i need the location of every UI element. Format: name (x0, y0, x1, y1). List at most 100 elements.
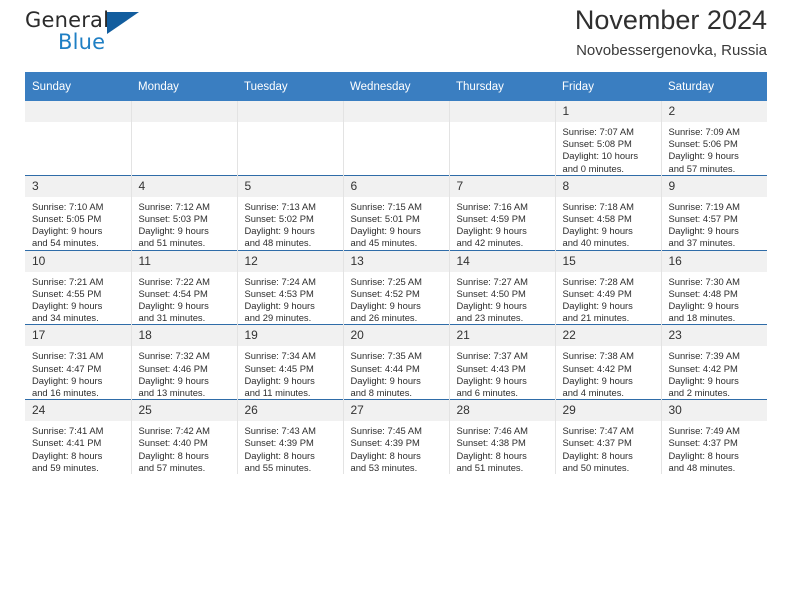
day-info-line: Daylight: 9 hours (32, 300, 103, 312)
calendar-day-cell[interactable]: 24 Sunrise: 7:41 AM Sunset: 4:41 PM Dayligh… (25, 399, 132, 475)
day-info-line: Sunrise: 7:34 AM (244, 350, 316, 362)
day-info-line: Sunset: 4:43 PM (456, 362, 526, 374)
day-number: 27 (343, 400, 449, 422)
calendar-day-cell[interactable]: 21 Sunrise: 7:37 AM Sunset: 4:43 PM Dayligh… (449, 324, 556, 400)
day-info-line: Daylight: 9 hours (562, 300, 633, 312)
day-info-line: Sunrise: 7:27 AM (456, 275, 528, 287)
day-sun-info (344, 122, 449, 126)
day-info-line: and 51 minutes. (456, 461, 524, 473)
title-block: November 2024 Novobessergenovka, Russia (575, 4, 767, 59)
day-info-line: and 48 minutes. (668, 461, 736, 473)
day-info-line: Sunset: 4:54 PM (138, 287, 208, 299)
day-number: 29 (555, 400, 661, 422)
day-sun-info: Sunrise: 7:41 AM Sunset: 4:41 PM Daylight:… (25, 421, 131, 474)
calendar-day-cell[interactable]: 17 Sunrise: 7:31 AM Sunset: 4:47 PM Dayligh… (25, 324, 132, 400)
weekday-header-saturday: Saturday (661, 72, 767, 101)
calendar-day-cell[interactable]: 19 Sunrise: 7:34 AM Sunset: 4:45 PM Dayligh… (237, 324, 344, 400)
day-info-line: Sunrise: 7:46 AM (456, 425, 528, 437)
day-info-line: Sunrise: 7:47 AM (562, 425, 634, 437)
day-sun-info: Sunrise: 7:18 AM Sunset: 4:58 PM Daylight:… (556, 197, 661, 250)
calendar-day-cell[interactable]: 25 Sunrise: 7:42 AM Sunset: 4:40 PM Dayligh… (131, 399, 238, 475)
day-info-line: Sunset: 4:44 PM (350, 362, 420, 374)
day-sun-info (450, 122, 555, 126)
day-info-line: and 18 minutes. (668, 312, 736, 324)
day-info-line: Daylight: 9 hours (350, 300, 421, 312)
day-number: 6 (343, 175, 449, 197)
calendar-day-cell[interactable]: 18 Sunrise: 7:32 AM Sunset: 4:46 PM Dayligh… (131, 324, 238, 400)
day-info-line: Sunrise: 7:19 AM (668, 200, 740, 212)
day-info-line: and 59 minutes. (32, 461, 99, 473)
weekday-header-thursday: Thursday (449, 72, 555, 101)
day-info-line: Sunset: 4:37 PM (562, 437, 632, 449)
calendar-day-cell[interactable]: 27 Sunrise: 7:45 AM Sunset: 4:39 PM Dayligh… (343, 399, 450, 475)
day-info-line: Sunrise: 7:12 AM (138, 200, 210, 212)
day-sun-info: Sunrise: 7:25 AM Sunset: 4:52 PM Daylight:… (344, 272, 449, 325)
day-info-line: Sunrise: 7:16 AM (456, 200, 528, 212)
day-info-line: Sunset: 5:08 PM (562, 138, 632, 150)
calendar-day-cell[interactable]: 10 Sunrise: 7:21 AM Sunset: 4:55 PM Dayligh… (25, 249, 132, 325)
day-number: 28 (449, 400, 555, 422)
day-sun-info: Sunrise: 7:31 AM Sunset: 4:47 PM Daylight:… (25, 346, 131, 399)
calendar-day-cell[interactable]: 29 Sunrise: 7:47 AM Sunset: 4:37 PM Dayligh… (555, 399, 662, 475)
day-info-line: Sunset: 5:02 PM (244, 213, 314, 225)
day-info-line: Sunrise: 7:45 AM (350, 425, 422, 437)
day-info-line: Sunset: 5:05 PM (32, 213, 102, 225)
day-info-line: Sunrise: 7:30 AM (668, 275, 740, 287)
day-info-line: Daylight: 9 hours (138, 374, 209, 386)
day-info-line: Sunrise: 7:41 AM (32, 425, 104, 437)
logo-text-general: General (25, 8, 110, 32)
calendar-week-row: 3 Sunrise: 7:10 AM Sunset: 5:05 PM Daylight… (25, 174, 767, 251)
calendar-day-cell[interactable]: 22 Sunrise: 7:38 AM Sunset: 4:42 PM Dayligh… (555, 324, 662, 400)
day-info-line: Daylight: 9 hours (244, 300, 315, 312)
calendar-day-cell[interactable]: 3 Sunrise: 7:10 AM Sunset: 5:05 PM Daylight… (25, 174, 132, 251)
day-info-line: and 51 minutes. (138, 237, 206, 249)
day-info-line: and 16 minutes. (32, 387, 99, 399)
calendar-day-cell[interactable]: 23 Sunrise: 7:39 AM Sunset: 4:42 PM Dayligh… (661, 324, 767, 400)
day-info-line: Daylight: 8 hours (32, 449, 103, 461)
day-info-line: Sunset: 4:59 PM (456, 213, 526, 225)
day-sun-info: Sunrise: 7:10 AM Sunset: 5:05 PM Daylight:… (25, 197, 131, 250)
weekday-header-friday: Friday (555, 72, 661, 101)
calendar-day-cell[interactable]: 26 Sunrise: 7:43 AM Sunset: 4:39 PM Dayligh… (237, 399, 344, 475)
calendar-day-cell[interactable]: 1 Sunrise: 7:07 AM Sunset: 5:08 PM Daylight… (555, 101, 662, 176)
day-info-line: Sunset: 4:39 PM (350, 437, 420, 449)
calendar-day-cell[interactable]: 7 Sunrise: 7:16 AM Sunset: 4:59 PM Daylight… (449, 174, 556, 251)
day-info-line: Sunrise: 7:28 AM (562, 275, 634, 287)
day-info-line: Daylight: 8 hours (244, 449, 315, 461)
day-info-line: Sunset: 4:48 PM (668, 287, 738, 299)
calendar-day-cell[interactable]: 2 Sunrise: 7:09 AM Sunset: 5:06 PM Daylight… (661, 101, 767, 176)
day-info-line: Sunset: 4:41 PM (32, 437, 102, 449)
day-info-line: Sunrise: 7:37 AM (456, 350, 528, 362)
day-number (449, 101, 555, 122)
day-info-line: Daylight: 8 hours (350, 449, 421, 461)
calendar-day-cell[interactable]: 6 Sunrise: 7:15 AM Sunset: 5:01 PM Daylight… (343, 174, 450, 251)
calendar-day-cell[interactable]: 13 Sunrise: 7:25 AM Sunset: 4:52 PM Dayligh… (343, 249, 450, 325)
calendar-day-cell[interactable]: 11 Sunrise: 7:22 AM Sunset: 4:54 PM Dayligh… (131, 249, 238, 325)
day-sun-info (132, 122, 237, 126)
day-number: 5 (237, 175, 343, 197)
day-info-line: and 23 minutes. (456, 312, 524, 324)
calendar-day-cell[interactable]: 15 Sunrise: 7:28 AM Sunset: 4:49 PM Dayligh… (555, 249, 662, 325)
day-info-line: Daylight: 9 hours (668, 225, 739, 237)
day-info-line: Sunset: 5:01 PM (350, 213, 420, 225)
calendar-day-cell[interactable]: 14 Sunrise: 7:27 AM Sunset: 4:50 PM Dayligh… (449, 249, 556, 325)
day-number: 10 (25, 250, 131, 272)
day-sun-info: Sunrise: 7:13 AM Sunset: 5:02 PM Daylight:… (238, 197, 343, 250)
day-info-line: and 42 minutes. (456, 237, 524, 249)
calendar-day-cell[interactable]: 8 Sunrise: 7:18 AM Sunset: 4:58 PM Daylight… (555, 174, 662, 251)
day-info-line: Daylight: 10 hours (562, 150, 639, 162)
calendar-day-cell[interactable]: 28 Sunrise: 7:46 AM Sunset: 4:38 PM Dayligh… (449, 399, 556, 475)
day-info-line: Sunrise: 7:42 AM (138, 425, 210, 437)
calendar-day-cell[interactable]: 16 Sunrise: 7:30 AM Sunset: 4:48 PM Dayligh… (661, 249, 768, 325)
day-sun-info: Sunrise: 7:30 AM Sunset: 4:48 PM Daylight:… (662, 272, 768, 325)
calendar-body: 1 Sunrise: 7:07 AM Sunset: 5:08 PM Daylight… (25, 101, 768, 475)
calendar-day-cell[interactable]: 12 Sunrise: 7:24 AM Sunset: 4:53 PM Dayligh… (237, 249, 344, 325)
general-blue-logo[interactable]: General Blue (25, 8, 155, 60)
calendar-day-cell[interactable]: 20 Sunrise: 7:35 AM Sunset: 4:44 PM Dayligh… (343, 324, 450, 400)
calendar-day-cell[interactable]: 4 Sunrise: 7:12 AM Sunset: 5:03 PM Daylight… (131, 174, 238, 251)
calendar-day-cell[interactable]: 30 Sunrise: 7:49 AM Sunset: 4:37 PM Dayligh… (661, 399, 767, 475)
day-sun-info: Sunrise: 7:45 AM Sunset: 4:39 PM Daylight:… (344, 421, 449, 474)
calendar-day-cell[interactable]: 5 Sunrise: 7:13 AM Sunset: 5:02 PM Daylight… (237, 174, 344, 251)
calendar-day-cell[interactable]: 9 Sunrise: 7:19 AM Sunset: 4:57 PM Daylight… (661, 174, 767, 251)
day-info-line: Sunset: 4:40 PM (138, 437, 208, 449)
